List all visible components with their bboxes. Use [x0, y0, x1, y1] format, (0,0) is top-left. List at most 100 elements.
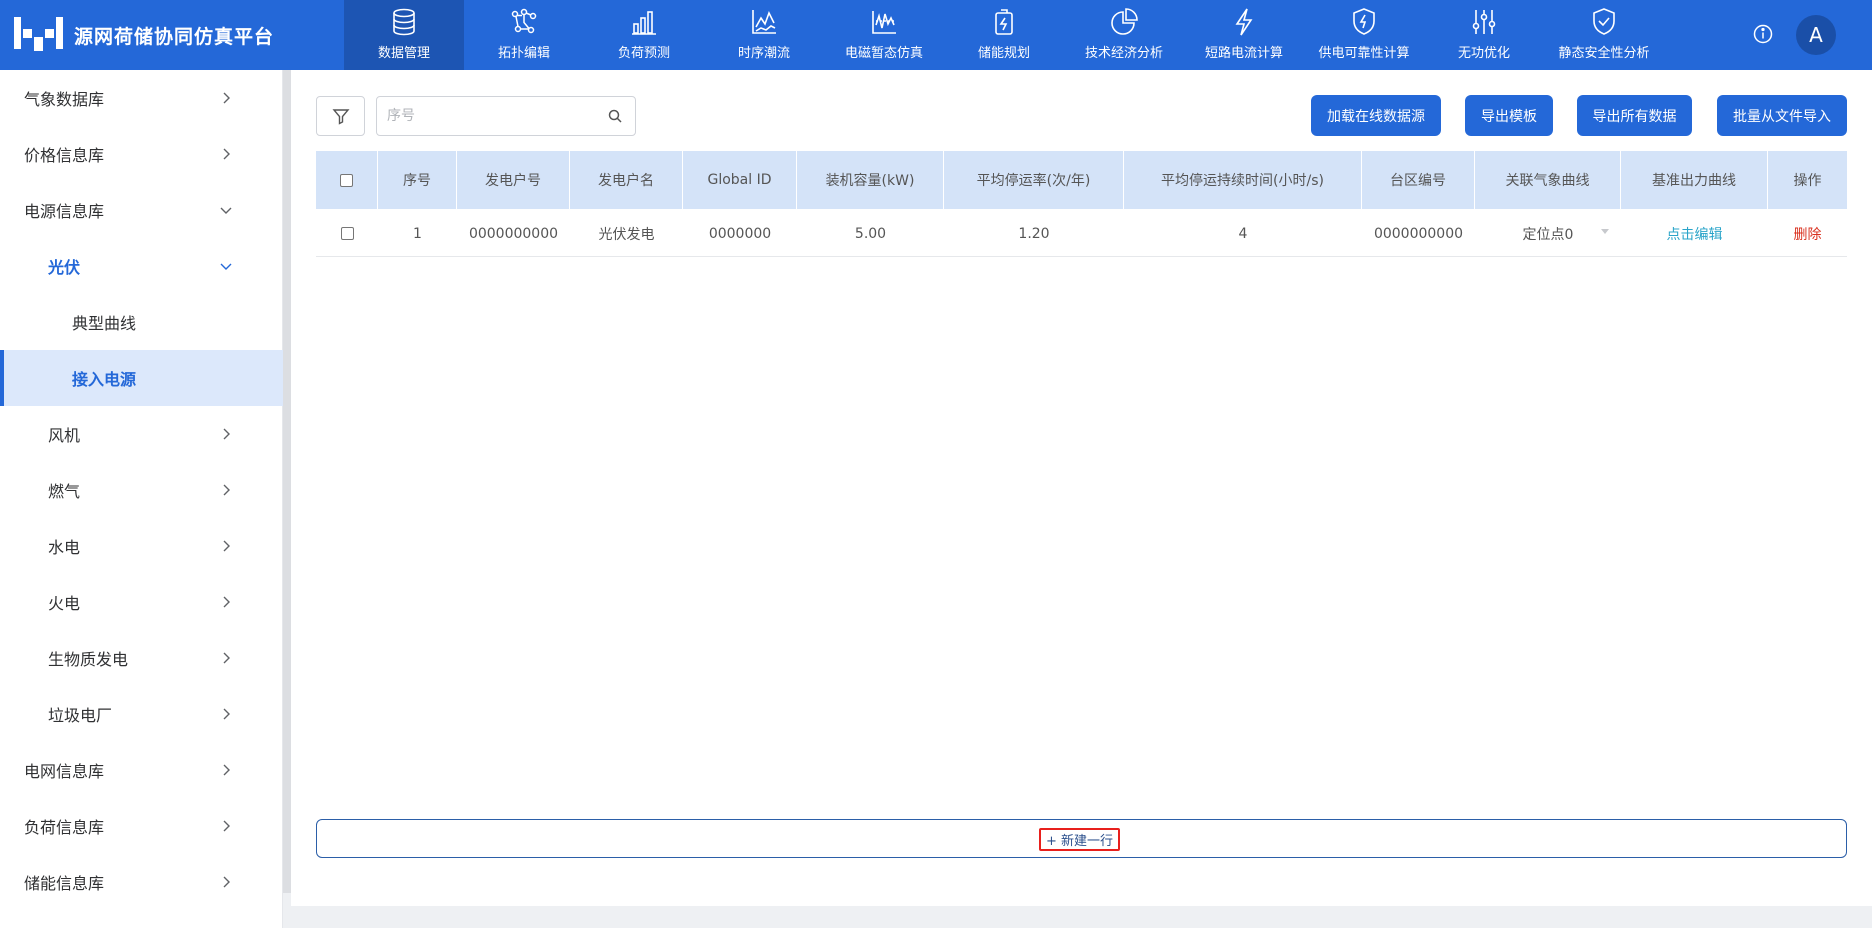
- sidebar-item-label: 价格信息库: [24, 146, 105, 165]
- line-chart-icon: [752, 10, 776, 34]
- column-header[interactable]: 台区编号: [1362, 151, 1475, 209]
- app-logo[interactable]: 源网荷储协同仿真平台: [14, 0, 274, 70]
- nav-tech-econ[interactable]: 技术经济分析: [1064, 0, 1184, 70]
- cell-gen-no[interactable]: 0000000000: [457, 210, 570, 257]
- chevron-right-icon: [223, 148, 230, 160]
- column-header[interactable]: 发电户号: [457, 151, 570, 209]
- search-input[interactable]: [377, 97, 587, 135]
- sidebar: 气象数据库 价格信息库 电源信息库 光伏 典型曲线 接入电源 风机 燃气 水电 …: [0, 70, 283, 928]
- chevron-down-icon: [220, 207, 232, 214]
- sidebar-item-thermal[interactable]: 火电: [0, 574, 283, 630]
- nav-em-transient[interactable]: 电磁暂态仿真: [824, 0, 944, 70]
- sidebar-item-pv[interactable]: 光伏: [0, 238, 283, 294]
- sidebar-item-label: 火电: [48, 594, 81, 613]
- row-select-cell: [316, 210, 378, 257]
- add-row-bar[interactable]: + 新建一行: [316, 819, 1847, 858]
- nav-label: 负荷预测: [617, 46, 670, 61]
- sidebar-item-wind[interactable]: 风机: [0, 406, 283, 462]
- nav-label: 拓扑编辑: [497, 46, 550, 61]
- nav-time-series-flow[interactable]: 时序潮流: [704, 0, 824, 70]
- row-checkbox[interactable]: [340, 227, 354, 240]
- chevron-right-icon: [223, 876, 230, 888]
- sidebar-item-grid-db[interactable]: 电网信息库: [0, 742, 283, 798]
- sidebar-item-label: 电网信息库: [24, 762, 105, 781]
- weather-curve-select[interactable]: 定位点0: [1475, 210, 1621, 257]
- cell-area-no[interactable]: 0000000000: [1362, 210, 1475, 257]
- nav-load-forecast[interactable]: 负荷预测: [584, 0, 704, 70]
- table-header: 序号 发电户号 发电户名 Global ID 装机容量(kW) 平均停运率(次/…: [316, 151, 1847, 209]
- column-header[interactable]: 序号: [378, 151, 457, 209]
- column-header[interactable]: 平均停运率(次/年): [944, 151, 1124, 209]
- nav-short-circuit[interactable]: 短路电流计算: [1184, 0, 1304, 70]
- nav-storage-planning[interactable]: 储能规划: [944, 0, 1064, 70]
- nav-label: 静态安全性分析: [1558, 46, 1650, 61]
- sidebar-item-gas[interactable]: 燃气: [0, 462, 283, 518]
- sidebar-item-label: 电源信息库: [24, 202, 105, 221]
- column-header[interactable]: 操作: [1768, 151, 1847, 209]
- sidebar-item-power-source-db[interactable]: 电源信息库: [0, 182, 283, 238]
- action-cell: 删除: [1768, 210, 1847, 257]
- column-header[interactable]: Global ID: [683, 151, 797, 209]
- nav-data-management[interactable]: 数据管理: [344, 0, 464, 70]
- sidebar-item-label: 生物质发电: [48, 650, 129, 669]
- nav-label: 数据管理: [377, 46, 430, 61]
- sidebar-item-label: 水电: [48, 538, 81, 557]
- nav-reliability[interactable]: 供电可靠性计算: [1304, 0, 1424, 70]
- shield-bolt-icon: [1353, 8, 1375, 35]
- table-row: 1 0000000000 光伏发电 0000000 5.00 1.20 4 00…: [316, 210, 1847, 257]
- pie-chart-icon: [1111, 8, 1138, 35]
- chevron-right-icon: [223, 92, 230, 104]
- lightning-icon: [1235, 8, 1253, 36]
- sidebar-scrollbar[interactable]: [283, 70, 291, 893]
- main-nav: 数据管理 拓扑编辑 负荷预测 时序潮流 电磁暂态仿真 储能规划 技术经济分析 短…: [344, 0, 1664, 70]
- sidebar-item-label: 负荷信息库: [24, 818, 105, 837]
- cell-global-id[interactable]: 0000000: [683, 210, 797, 257]
- column-header[interactable]: 装机容量(kW): [797, 151, 944, 209]
- help-icon[interactable]: [1752, 23, 1774, 45]
- cell-capacity[interactable]: 5.00: [797, 210, 944, 257]
- cell-gen-name[interactable]: 光伏发电: [570, 210, 683, 257]
- caret-down-icon: [1601, 229, 1609, 234]
- batch-import-button[interactable]: 批量从文件导入: [1717, 95, 1847, 136]
- sidebar-item-biomass[interactable]: 生物质发电: [0, 630, 283, 686]
- sidebar-item-load-db[interactable]: 负荷信息库: [0, 798, 283, 854]
- nav-static-security[interactable]: 静态安全性分析: [1544, 0, 1664, 70]
- column-header[interactable]: 关联气象曲线: [1475, 151, 1621, 209]
- cell-outage-duration[interactable]: 4: [1124, 210, 1362, 257]
- cell-seq: 1: [413, 225, 422, 242]
- search-icon[interactable]: [607, 108, 623, 124]
- filter-button[interactable]: [316, 96, 365, 136]
- sidebar-item-price-db[interactable]: 价格信息库: [0, 126, 283, 182]
- chevron-right-icon: [223, 764, 230, 776]
- edit-curve-link[interactable]: 点击编辑: [1667, 224, 1723, 244]
- column-header[interactable]: 基准出力曲线: [1621, 151, 1768, 209]
- select-all-checkbox[interactable]: [340, 173, 353, 187]
- nav-label: 无功优化: [1457, 46, 1510, 61]
- sidebar-item-label: 光伏: [48, 258, 81, 277]
- export-template-button[interactable]: 导出模板: [1465, 95, 1553, 136]
- bar-chart-icon: [632, 11, 656, 35]
- nav-topology-edit[interactable]: 拓扑编辑: [464, 0, 584, 70]
- sidebar-item-label: 储能信息库: [24, 874, 105, 893]
- column-header[interactable]: 发电户名: [570, 151, 683, 209]
- nav-label: 电磁暂态仿真: [844, 46, 923, 61]
- sidebar-item-typical-curve[interactable]: 典型曲线: [0, 294, 283, 350]
- column-header[interactable]: 平均停运持续时间(小时/s): [1124, 151, 1362, 209]
- avatar[interactable]: A: [1796, 15, 1836, 55]
- chevron-right-icon: [223, 708, 230, 720]
- cell-outage-rate[interactable]: 1.20: [944, 210, 1124, 257]
- load-online-source-button[interactable]: 加载在线数据源: [1311, 95, 1441, 136]
- sidebar-item-grid-connected-source[interactable]: 接入电源: [0, 350, 283, 406]
- sidebar-item-waste-plant[interactable]: 垃圾电厂: [0, 686, 283, 742]
- sidebar-item-weather-db[interactable]: 气象数据库: [0, 70, 283, 126]
- base-curve-cell: 点击编辑: [1621, 210, 1768, 257]
- database-icon: [393, 8, 415, 36]
- chevron-down-icon: [220, 263, 232, 270]
- nav-reactive-optimization[interactable]: 无功优化: [1424, 0, 1544, 70]
- delete-link[interactable]: 删除: [1794, 224, 1822, 244]
- add-row-button[interactable]: + 新建一行: [1039, 828, 1121, 851]
- chevron-right-icon: [223, 540, 230, 552]
- export-all-data-button[interactable]: 导出所有数据: [1577, 95, 1692, 136]
- sidebar-item-hydro[interactable]: 水电: [0, 518, 283, 574]
- sidebar-item-storage-db[interactable]: 储能信息库: [0, 854, 283, 910]
